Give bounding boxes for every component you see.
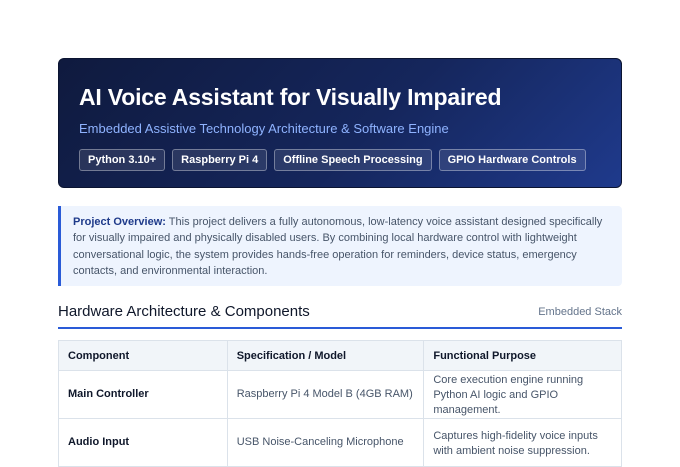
section-meta: Embedded Stack — [538, 306, 622, 318]
cell-component: Main Controller — [58, 370, 228, 419]
tag-python: Python 3.10+ — [79, 149, 166, 171]
project-overview-callout: Project Overview: This project delivers … — [58, 206, 622, 286]
cell-specification: Raspberry Pi 4 Model B (4GB RAM) — [226, 370, 425, 419]
header-purpose: Functional Purpose — [423, 340, 622, 371]
tag-offline-speech: Offline Speech Processing — [274, 149, 432, 171]
hardware-table: Component Specification / Model Function… — [58, 340, 622, 467]
header-specification: Specification / Model — [226, 340, 425, 371]
hero-banner: AI Voice Assistant for Visually Impaired… — [58, 58, 622, 188]
header-component: Component — [58, 340, 228, 371]
page-subtitle: Embedded Assistive Technology Architectu… — [79, 121, 449, 136]
section-title: Hardware Architecture & Components — [58, 303, 310, 320]
table-header-row: Component Specification / Model Function… — [58, 340, 622, 371]
tag-gpio: GPIO Hardware Controls — [438, 149, 586, 171]
table-row: Audio Input USB Noise-Canceling Micropho… — [58, 418, 622, 467]
page-title: AI Voice Assistant for Visually Impaired — [79, 84, 502, 110]
cell-purpose: Captures high-fidelity voice inputs with… — [423, 418, 622, 467]
cell-purpose: Core execution engine running Python AI … — [423, 370, 622, 419]
table-row: Main Controller Raspberry Pi 4 Model B (… — [58, 370, 622, 419]
section-header: Hardware Architecture & Components Embed… — [58, 303, 622, 329]
cell-component: Audio Input — [58, 418, 228, 467]
overview-label: Project Overview: — [73, 216, 166, 228]
tag-raspberry-pi: Raspberry Pi 4 — [172, 149, 268, 171]
cell-specification: USB Noise-Canceling Microphone — [226, 418, 425, 467]
tech-tags: Python 3.10+ Raspberry Pi 4 Offline Spee… — [79, 149, 601, 171]
